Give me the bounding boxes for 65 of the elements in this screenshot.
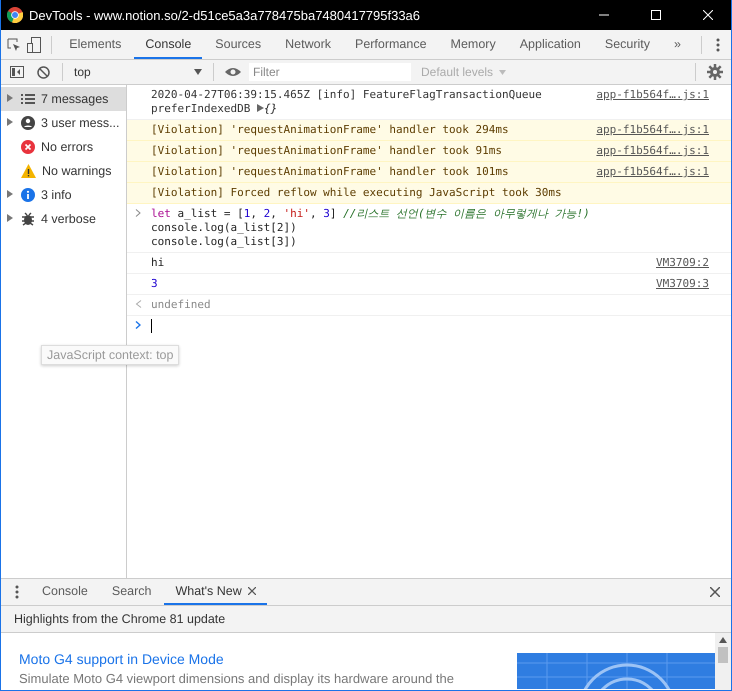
expand-arrow-icon[interactable]: [7, 118, 13, 126]
window-title: DevTools - www.notion.so/2-d51ce5a3a778475ba7480417795f33a6: [29, 8, 422, 22]
expand-arrow-icon[interactable]: [7, 214, 13, 222]
violation-message: [Violation] 'requestAnimationFrame' handler took 294ms: [151, 123, 510, 137]
source-link[interactable]: app-f1b564f….js:1: [596, 123, 709, 137]
drawer-header: Highlights from the Chrome 81 update: [1, 606, 731, 633]
panel-tab[interactable]: Memory: [440, 30, 507, 59]
prompt-chevron-icon: [135, 321, 141, 329]
panel-tab[interactable]: Network: [274, 30, 342, 59]
drawer-tab[interactable]: Console: [31, 579, 99, 605]
maximize-icon[interactable]: [651, 10, 661, 20]
violation-message: [Violation] 'requestAnimationFrame' handler took 101ms: [151, 165, 510, 179]
panel-tab[interactable]: Security: [594, 30, 662, 59]
info-icon: [21, 188, 35, 202]
violation-message: [Violation] Forced reflow while executing JavaScript took 30ms: [151, 186, 563, 200]
panel-tab[interactable]: Performance: [344, 30, 438, 59]
more-tabs-button[interactable]: »: [663, 30, 692, 59]
close-icon[interactable]: [703, 10, 713, 20]
code-line: console.log(a_list[3]): [151, 235, 298, 249]
panel-tab[interactable]: Application: [508, 30, 592, 59]
caret-icon: [194, 69, 202, 75]
source-link[interactable]: VM3709:2: [656, 256, 709, 270]
error-icon: [21, 140, 35, 154]
panel-tab[interactable]: Elements: [58, 30, 132, 59]
sidebar-item[interactable]: 7 messages: [1, 87, 126, 111]
warning-icon: [21, 164, 36, 178]
log-message: 2020-04-27T06:39:15.465Z [info] FeatureFlagTransactionQueue: [151, 88, 543, 102]
source-link[interactable]: VM3709:3: [656, 277, 709, 291]
bug-icon: [21, 212, 35, 226]
log-message: preferIndexedDB: [151, 102, 250, 115]
expand-arrow-icon[interactable]: [7, 94, 13, 102]
user-icon: [21, 116, 35, 130]
log-output: 3: [151, 277, 158, 290]
panel-tab[interactable]: Sources: [204, 30, 272, 59]
violation-message: [Violation] 'requestAnimationFrame' handler took 91ms: [151, 144, 503, 158]
input-chevron-icon: [135, 209, 141, 217]
minimize-icon[interactable]: [599, 14, 609, 16]
scroll-up-icon[interactable]: [719, 637, 727, 643]
sidebar-item[interactable]: No warnings: [1, 159, 126, 183]
code-line: console.log(a_list[2]): [151, 221, 298, 235]
sidebar-item[interactable]: No errors: [1, 135, 126, 159]
code-line: let a_list = [1, 2, 'hi', 3] //리스트 선언(변수 이름은 아무렇게나 가능!): [151, 207, 591, 221]
expand-arrow-icon[interactable]: [7, 190, 13, 198]
text-cursor: [151, 319, 152, 333]
source-link[interactable]: app-f1b564f….js:1: [596, 88, 709, 116]
sidebar-item[interactable]: 4 verbose: [1, 207, 126, 231]
filter-field[interactable]: Filter: [249, 63, 411, 81]
sidebar-item[interactable]: 3 user mess...: [1, 111, 126, 135]
article-link[interactable]: Moto G4 support in Device Mode: [19, 651, 517, 667]
close-tab-icon[interactable]: [248, 587, 256, 595]
drawer-tab[interactable]: Search: [100, 579, 162, 605]
caret-icon: [499, 70, 506, 74]
expand-icon[interactable]: [256, 104, 264, 112]
source-link[interactable]: app-f1b564f….js:1: [596, 144, 709, 158]
sidebar-item[interactable]: 3 info: [1, 183, 126, 207]
context-dropdown[interactable]: top: [70, 65, 206, 79]
result-value: undefined: [151, 298, 211, 311]
source-link[interactable]: app-f1b564f….js:1: [596, 165, 709, 179]
browser-logo-icon: [7, 7, 23, 23]
scrollbar[interactable]: [715, 633, 731, 690]
object-preview[interactable]: {}: [264, 102, 278, 115]
tooltip: JavaScript context: top: [41, 345, 180, 365]
log-output: hi: [151, 256, 164, 269]
list-icon: [21, 93, 35, 105]
article-description: Simulate Moto G4 viewport dimensions and display its hardware around the: [19, 671, 456, 686]
